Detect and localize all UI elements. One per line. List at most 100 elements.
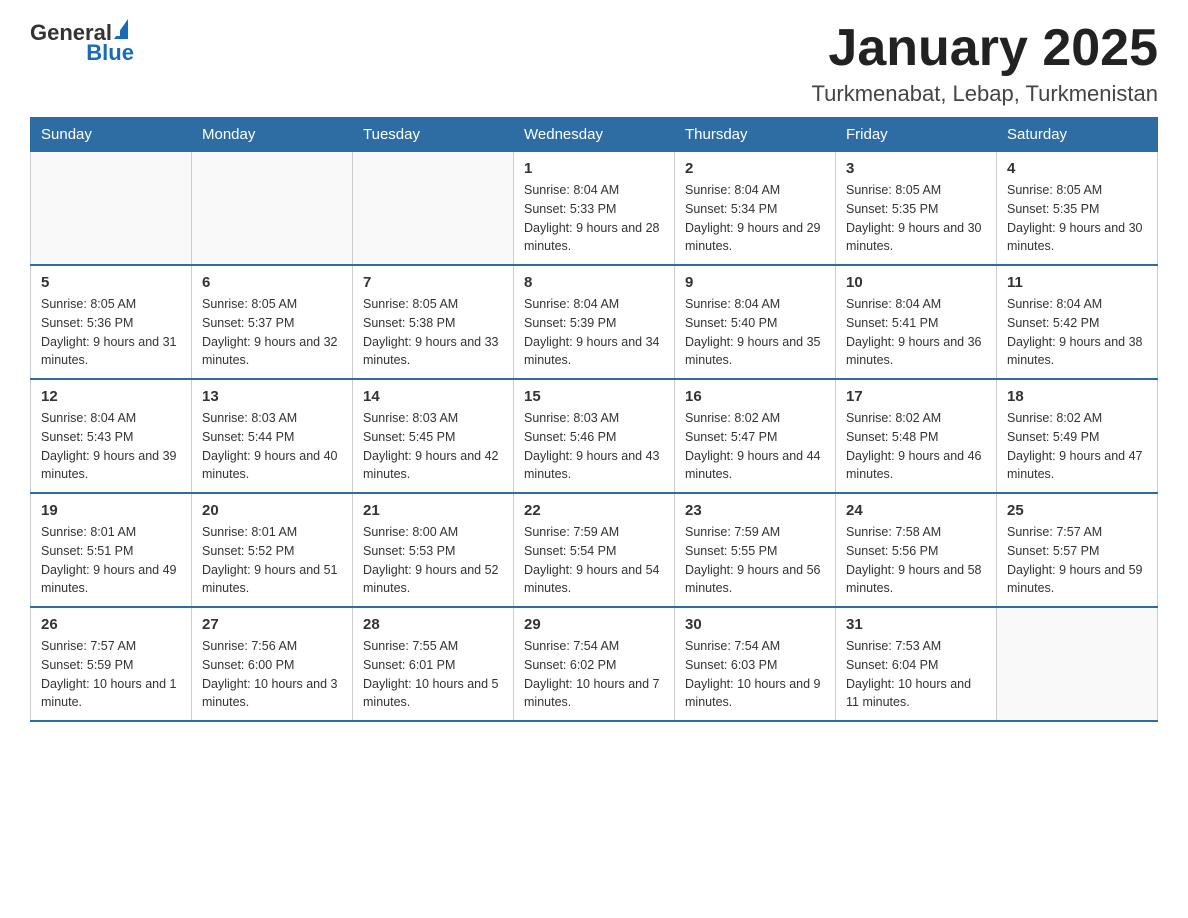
calendar-cell: 24 Sunrise: 7:58 AM Sunset: 5:56 PM Dayli… xyxy=(836,493,997,607)
day-of-week-header: Sunday xyxy=(31,118,192,152)
logo-blue-text: Blue xyxy=(86,40,134,66)
calendar-cell: 18Sunrise: 8:02 AM Sunset: 5:49 PM Dayli… xyxy=(997,379,1158,493)
header-right: January 2025 Turkmenabat, Lebap, Turkmen… xyxy=(812,20,1158,107)
day-info: Sunrise: 8:05 AM Sunset: 5:35 PM Dayligh… xyxy=(846,181,986,256)
day-number: 28 xyxy=(363,616,503,633)
calendar-cell: 3 Sunrise: 8:05 AM Sunset: 5:35 PM Daylig… xyxy=(836,152,997,266)
day-info: Sunrise: 8:03 AM Sunset: 5:45 PM Dayligh… xyxy=(363,409,503,484)
calendar-cell: 13 Sunrise: 8:03 AM Sunset: 5:44 PM Dayli… xyxy=(192,379,353,493)
day-number: 6 xyxy=(202,274,342,291)
day-info: Sunrise: 8:00 AM Sunset: 5:53 PM Dayligh… xyxy=(363,523,503,598)
day-number: 13 xyxy=(202,388,342,405)
day-info: Sunrise: 8:02 AM Sunset: 5:47 PM Dayligh… xyxy=(685,409,825,484)
day-number: 11 xyxy=(1007,274,1147,291)
day-number: 20 xyxy=(202,502,342,519)
day-number: 25 xyxy=(1007,502,1147,519)
calendar-cell: 23 Sunrise: 7:59 AM Sunset: 5:55 PM Dayli… xyxy=(675,493,836,607)
day-number: 24 xyxy=(846,502,986,519)
day-number: 27 xyxy=(202,616,342,633)
day-info: Sunrise: 7:53 AM Sunset: 6:04 PM Dayligh… xyxy=(846,637,986,712)
calendar-cell: 1Sunrise: 8:04 AM Sunset: 5:33 PM Daylig… xyxy=(514,152,675,266)
day-of-week-header: Tuesday xyxy=(353,118,514,152)
day-of-week-header: Saturday xyxy=(997,118,1158,152)
calendar-table: SundayMondayTuesdayWednesdayThursdayFrid… xyxy=(30,117,1158,722)
calendar-cell: 28 Sunrise: 7:55 AM Sunset: 6:01 PM Dayli… xyxy=(353,607,514,721)
day-of-week-header: Wednesday xyxy=(514,118,675,152)
calendar-cell: 21 Sunrise: 8:00 AM Sunset: 5:53 PM Dayli… xyxy=(353,493,514,607)
day-number: 29 xyxy=(524,616,664,633)
day-info: Sunrise: 8:04 AM Sunset: 5:42 PM Dayligh… xyxy=(1007,295,1147,370)
day-number: 14 xyxy=(363,388,503,405)
day-number: 12 xyxy=(41,388,181,405)
day-number: 8 xyxy=(524,274,664,291)
day-info: Sunrise: 7:57 AM Sunset: 5:57 PM Dayligh… xyxy=(1007,523,1147,598)
calendar-cell: 9 Sunrise: 8:04 AM Sunset: 5:40 PM Daylig… xyxy=(675,265,836,379)
day-info: Sunrise: 8:05 AM Sunset: 5:37 PM Dayligh… xyxy=(202,295,342,370)
day-number: 2 xyxy=(685,160,825,177)
day-of-week-header: Thursday xyxy=(675,118,836,152)
calendar-cell: 5 Sunrise: 8:05 AM Sunset: 5:36 PM Daylig… xyxy=(31,265,192,379)
calendar-cell: 16 Sunrise: 8:02 AM Sunset: 5:47 PM Dayli… xyxy=(675,379,836,493)
day-number: 7 xyxy=(363,274,503,291)
day-info: Sunrise: 8:03 AM Sunset: 5:44 PM Dayligh… xyxy=(202,409,342,484)
day-number: 9 xyxy=(685,274,825,291)
day-info: Sunrise: 8:04 AM Sunset: 5:40 PM Dayligh… xyxy=(685,295,825,370)
day-info: Sunrise: 8:01 AM Sunset: 5:51 PM Dayligh… xyxy=(41,523,181,598)
calendar-cell: 4 Sunrise: 8:05 AM Sunset: 5:35 PM Daylig… xyxy=(997,152,1158,266)
day-number: 26 xyxy=(41,616,181,633)
day-info: Sunrise: 8:05 AM Sunset: 5:38 PM Dayligh… xyxy=(363,295,503,370)
day-info: Sunrise: 7:59 AM Sunset: 5:55 PM Dayligh… xyxy=(685,523,825,598)
calendar-cell xyxy=(353,152,514,266)
calendar-week-row: 26Sunrise: 7:57 AM Sunset: 5:59 PM Dayli… xyxy=(31,607,1158,721)
day-info: Sunrise: 8:04 AM Sunset: 5:41 PM Dayligh… xyxy=(846,295,986,370)
day-number: 16 xyxy=(685,388,825,405)
day-info: Sunrise: 8:01 AM Sunset: 5:52 PM Dayligh… xyxy=(202,523,342,598)
calendar-cell: 20 Sunrise: 8:01 AM Sunset: 5:52 PM Dayli… xyxy=(192,493,353,607)
calendar-cell xyxy=(997,607,1158,721)
calendar-cell: 19Sunrise: 8:01 AM Sunset: 5:51 PM Dayli… xyxy=(31,493,192,607)
calendar-week-row: 1Sunrise: 8:04 AM Sunset: 5:33 PM Daylig… xyxy=(31,152,1158,266)
day-info: Sunrise: 7:55 AM Sunset: 6:01 PM Dayligh… xyxy=(363,637,503,712)
day-info: Sunrise: 8:05 AM Sunset: 5:35 PM Dayligh… xyxy=(1007,181,1147,256)
calendar-cell: 12 Sunrise: 8:04 AM Sunset: 5:43 PM Dayli… xyxy=(31,379,192,493)
calendar-cell: 10 Sunrise: 8:04 AM Sunset: 5:41 PM Dayli… xyxy=(836,265,997,379)
calendar-cell: 22Sunrise: 7:59 AM Sunset: 5:54 PM Dayli… xyxy=(514,493,675,607)
day-number: 31 xyxy=(846,616,986,633)
calendar-header-row: SundayMondayTuesdayWednesdayThursdayFrid… xyxy=(31,118,1158,152)
day-info: Sunrise: 7:58 AM Sunset: 5:56 PM Dayligh… xyxy=(846,523,986,598)
page-header: General Blue January 2025 Turkmenabat, L… xyxy=(30,20,1158,107)
day-number: 3 xyxy=(846,160,986,177)
day-info: Sunrise: 8:04 AM Sunset: 5:39 PM Dayligh… xyxy=(524,295,664,370)
calendar-cell: 15Sunrise: 8:03 AM Sunset: 5:46 PM Dayli… xyxy=(514,379,675,493)
day-number: 10 xyxy=(846,274,986,291)
location-subtitle: Turkmenabat, Lebap, Turkmenistan xyxy=(812,81,1158,107)
day-number: 17 xyxy=(846,388,986,405)
day-info: Sunrise: 8:04 AM Sunset: 5:43 PM Dayligh… xyxy=(41,409,181,484)
day-number: 23 xyxy=(685,502,825,519)
day-info: Sunrise: 7:54 AM Sunset: 6:03 PM Dayligh… xyxy=(685,637,825,712)
calendar-cell: 26Sunrise: 7:57 AM Sunset: 5:59 PM Dayli… xyxy=(31,607,192,721)
calendar-cell: 29Sunrise: 7:54 AM Sunset: 6:02 PM Dayli… xyxy=(514,607,675,721)
day-number: 30 xyxy=(685,616,825,633)
calendar-cell xyxy=(31,152,192,266)
day-number: 5 xyxy=(41,274,181,291)
day-of-week-header: Monday xyxy=(192,118,353,152)
calendar-cell xyxy=(192,152,353,266)
calendar-week-row: 12 Sunrise: 8:04 AM Sunset: 5:43 PM Dayli… xyxy=(31,379,1158,493)
month-title: January 2025 xyxy=(812,20,1158,77)
day-number: 22 xyxy=(524,502,664,519)
calendar-cell: 31 Sunrise: 7:53 AM Sunset: 6:04 PM Dayli… xyxy=(836,607,997,721)
day-info: Sunrise: 8:05 AM Sunset: 5:36 PM Dayligh… xyxy=(41,295,181,370)
day-info: Sunrise: 8:04 AM Sunset: 5:33 PM Dayligh… xyxy=(524,181,664,256)
day-info: Sunrise: 7:56 AM Sunset: 6:00 PM Dayligh… xyxy=(202,637,342,712)
calendar-week-row: 5 Sunrise: 8:05 AM Sunset: 5:36 PM Daylig… xyxy=(31,265,1158,379)
day-number: 21 xyxy=(363,502,503,519)
calendar-cell: 25 Sunrise: 7:57 AM Sunset: 5:57 PM Dayli… xyxy=(997,493,1158,607)
logo: General Blue xyxy=(30,20,134,66)
calendar-cell: 30 Sunrise: 7:54 AM Sunset: 6:03 PM Dayli… xyxy=(675,607,836,721)
calendar-cell: 8 Sunrise: 8:04 AM Sunset: 5:39 PM Daylig… xyxy=(514,265,675,379)
day-info: Sunrise: 8:02 AM Sunset: 5:48 PM Dayligh… xyxy=(846,409,986,484)
day-number: 4 xyxy=(1007,160,1147,177)
day-info: Sunrise: 8:03 AM Sunset: 5:46 PM Dayligh… xyxy=(524,409,664,484)
day-info: Sunrise: 8:02 AM Sunset: 5:49 PM Dayligh… xyxy=(1007,409,1147,484)
